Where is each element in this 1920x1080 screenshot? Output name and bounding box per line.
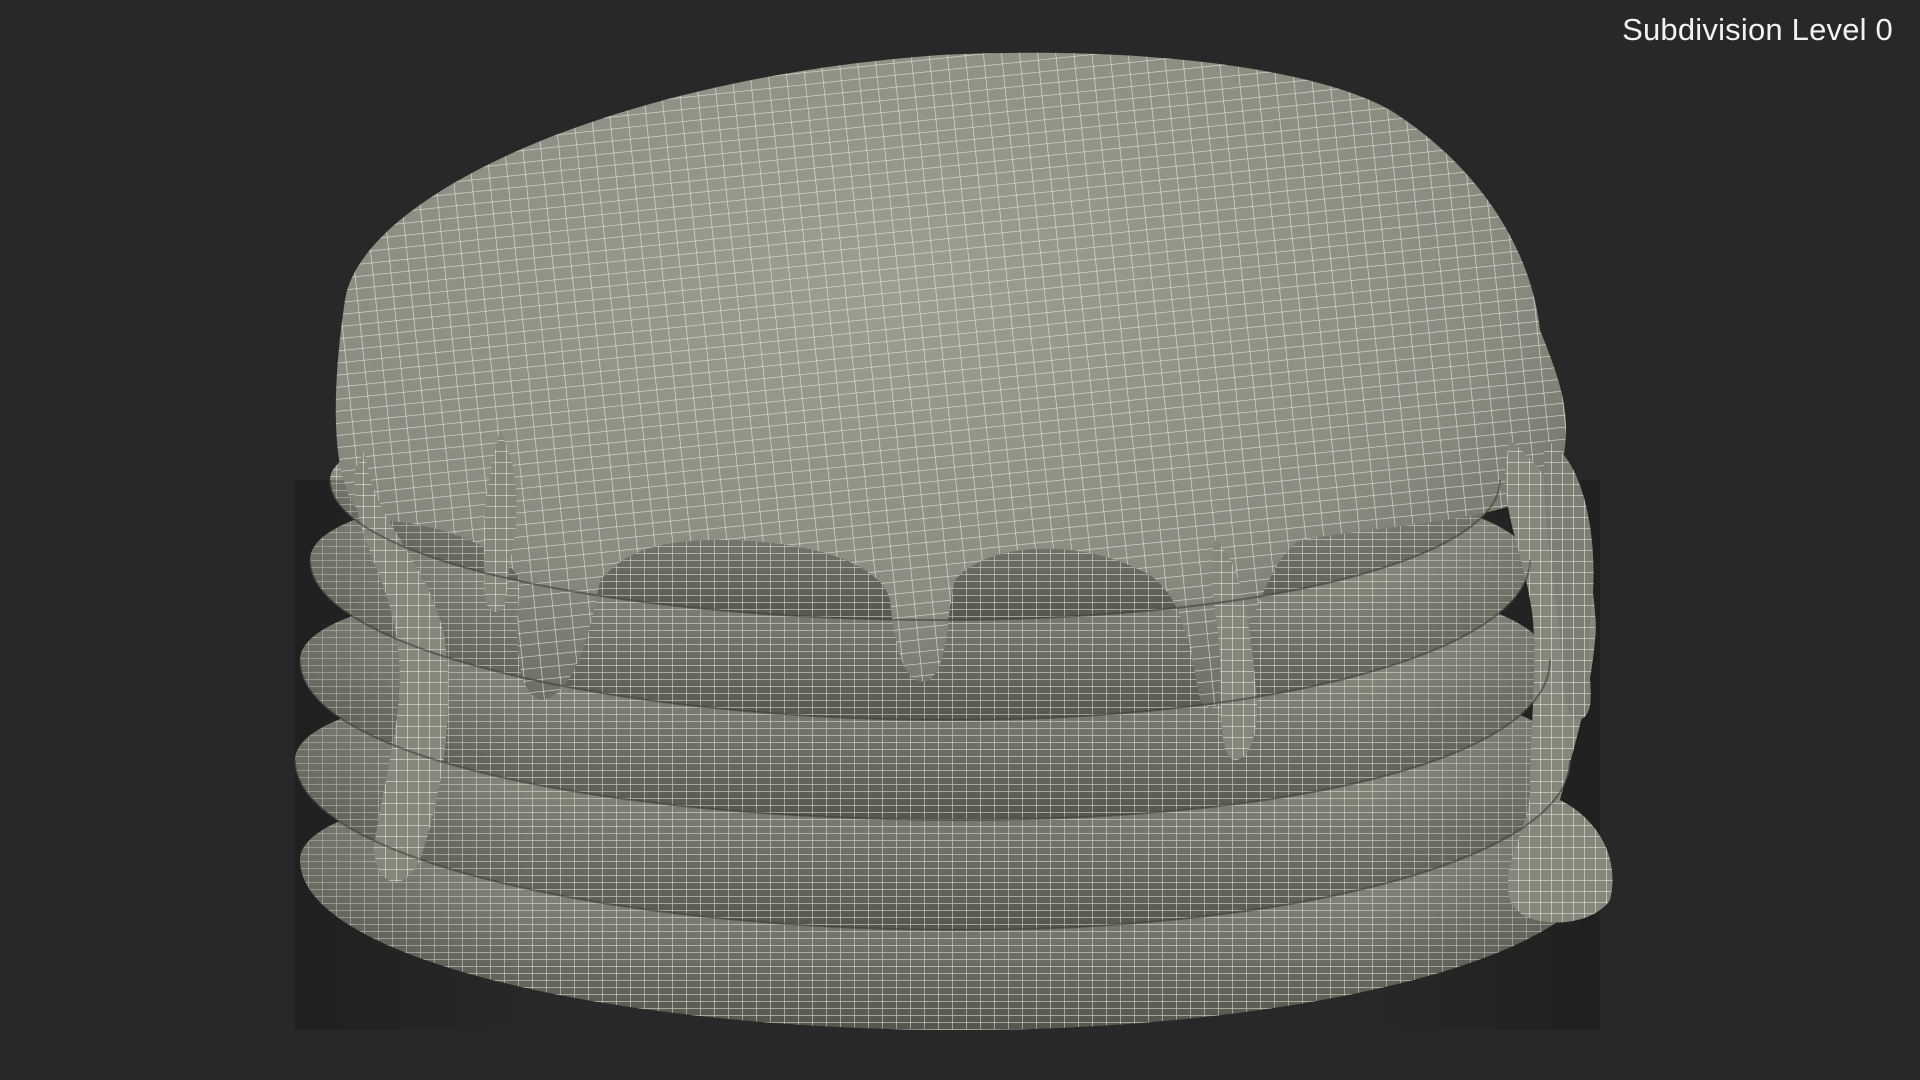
subdivision-level-label: Subdivision Level 0 xyxy=(1622,12,1893,47)
render-viewport: Subdivision Level 0 xyxy=(0,0,1920,1080)
wireframe-model xyxy=(294,52,1613,1030)
